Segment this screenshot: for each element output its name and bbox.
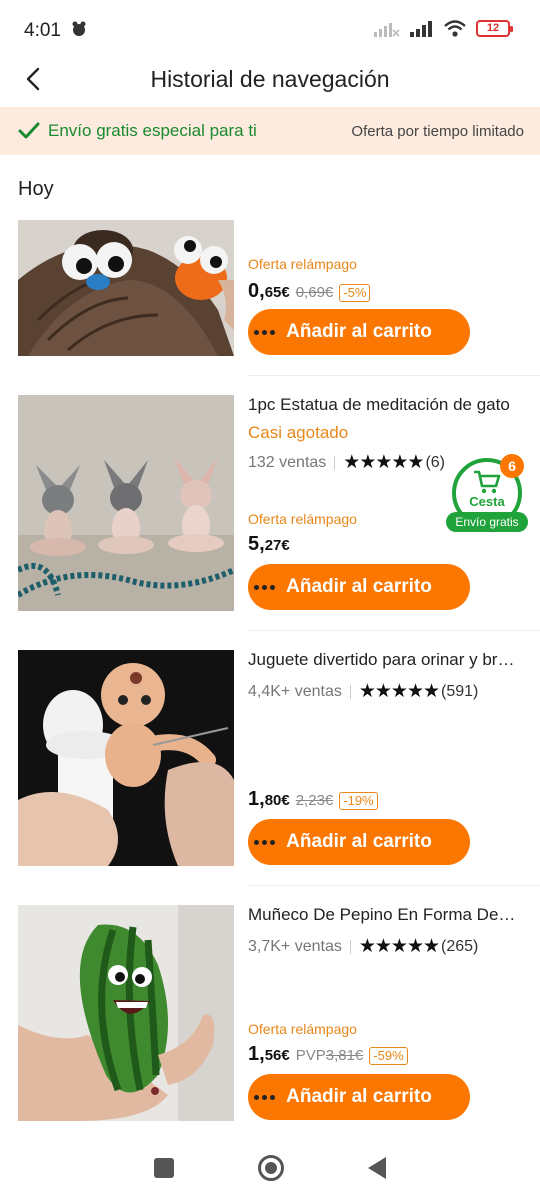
sales-count: 3,7K+ ventas [248,937,342,955]
original-price: 2,23€ [295,792,334,809]
more-options-button[interactable] [248,316,280,348]
add-to-cart-button[interactable]: Añadir al carrito [248,564,470,610]
banner-subtitle: Oferta por tiempo limitado [351,122,524,140]
add-to-cart-button[interactable]: Añadir al carrito [248,1074,470,1120]
header: Historial de navegación [0,56,540,102]
battery-icon: 12 [476,20,513,37]
add-to-cart-button[interactable]: Añadir al carrito [248,819,470,865]
cart-free-shipping: Envío gratis [446,512,528,532]
product-meta: 3,7K+ ventas ★★★★★ (265) [248,935,478,958]
status-icons: 12 [374,20,513,37]
product-info: Muñeco De Pepino En Forma De Sandía 3,7K… [248,905,528,1121]
page-title: Historial de navegación [150,66,390,92]
discount-badge: -19% [339,792,378,810]
review-count: (265) [441,937,479,955]
price: 5, 27€ [248,533,290,555]
divider [248,630,540,631]
product-title[interactable]: Muñeco De Pepino En Forma De Sandía [248,905,520,925]
original-price: 3,81€ [325,1047,364,1064]
cart-count-badge: 6 [500,454,524,478]
notification-icon [72,21,86,36]
home-button[interactable] [258,1155,284,1181]
section-title: Hoy [18,178,54,200]
cart-icon [474,470,501,494]
product-title[interactable]: 1pc Estatua de meditación de gato [248,395,520,415]
product-image-cat-statue[interactable] [18,395,234,611]
product-meta: 4,4K+ ventas ★★★★★ (591) [248,680,478,703]
free-shipping-banner[interactable]: Envío gratis especial para ti Oferta por… [0,107,540,155]
status-bar: 4:01 12 [0,0,540,60]
sales-count: 4,4K+ ventas [248,682,342,700]
rating-stars: ★★★★★ [358,936,440,957]
price: 0, 65€ 0,69€ -5% [248,280,371,303]
rating-stars: ★★★★★ [343,452,424,473]
banner-title: Envío gratis especial para ti [48,121,257,140]
system-back-button[interactable] [368,1157,386,1179]
original-price: 0,69€ [295,284,334,301]
product-card[interactable]: Muñeco De Pepino En Forma De Sandía 3,7K… [0,905,540,1160]
price: 1, 80€ 2,23€ -19% [248,788,378,811]
recent-apps-button[interactable] [154,1158,174,1178]
signal-icon [410,20,432,37]
system-nav-bar [0,1136,540,1200]
discount-badge: -5% [339,284,371,302]
more-options-button[interactable] [248,1081,280,1113]
cart-bubble[interactable]: 6 Cesta Envío gratis [446,454,528,532]
pvp-label: PVP3,81€ [295,1047,364,1064]
flash-sale-label: Oferta relámpago [248,256,357,272]
product-card[interactable]: Juguete divertido para orinar y bromear … [0,650,540,905]
cart-label: Cesta [469,494,505,509]
product-image-cucumber-doll[interactable] [18,905,234,1121]
product-meta: 132 ventas ★★★★★ (6) [248,451,445,474]
product-info: Juguete divertido para orinar y bromear … [248,650,528,866]
review-count: (591) [441,682,479,700]
divider [248,375,540,376]
divider [248,885,540,886]
add-to-cart-button[interactable]: Añadir al carrito [248,309,470,355]
more-options-button[interactable] [248,826,280,858]
flash-sale-label: Oferta relámpago [248,511,357,527]
review-count: (6) [425,453,446,471]
signal-off-icon [374,22,400,37]
more-options-button[interactable] [248,571,280,603]
sales-count: 132 ventas [248,453,327,471]
stock-label: Casi agotado [248,423,349,442]
discount-badge: -59% [369,1047,408,1065]
product-title[interactable]: Juguete divertido para orinar y bromear [248,650,520,670]
price: 1, 56€ PVP3,81€ -59% [248,1043,408,1066]
product-image-peeing-toy[interactable] [18,650,234,866]
flash-sale-label: Oferta relámpago [248,1021,357,1037]
wifi-icon [444,20,466,37]
status-time: 4:01 [24,20,61,41]
rating-stars: ★★★★★ [358,681,440,702]
check-icon [18,122,40,139]
